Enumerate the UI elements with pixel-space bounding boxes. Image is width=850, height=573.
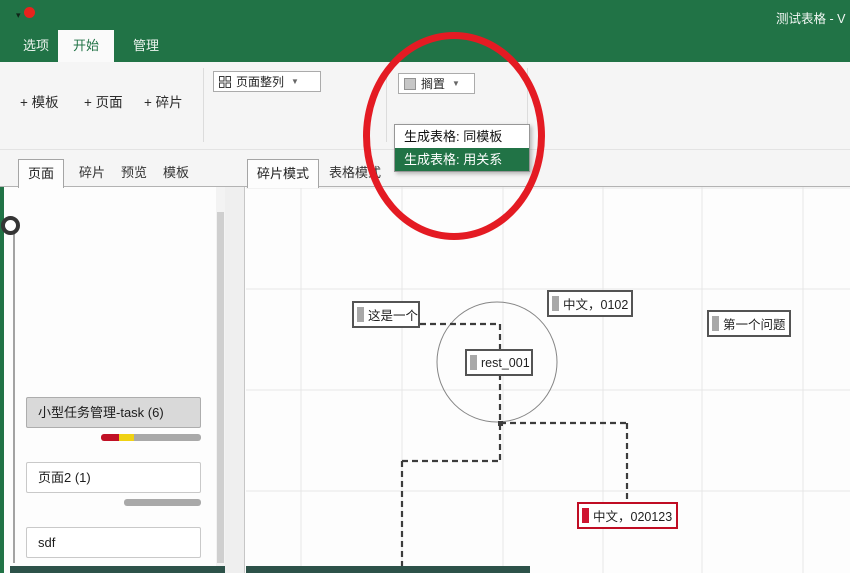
shelve-icon [404, 78, 416, 90]
menu-item-by-relation[interactable]: 生成表格: 用关系 [395, 148, 529, 171]
app-window: ▾ 测试表格 - V 选项 开始 管理 + 模板 + 页面 + 碎片 页面整列 … [0, 0, 850, 573]
generate-table-dropdown-menu: 生成表格: 同模板 生成表格: 用关系 [394, 124, 530, 172]
node-handle-icon [357, 307, 364, 322]
page-list-item[interactable]: 小型任务管理-task (6) [26, 397, 201, 428]
node-handle-icon [582, 508, 589, 523]
panel-tab-pages[interactable]: 页面 [18, 159, 64, 188]
panel-splitter[interactable] [225, 187, 245, 573]
add-page-button[interactable]: + 页面 [80, 88, 127, 118]
add-fragment-button[interactable]: + 碎片 [140, 88, 187, 118]
panel-tab-templates[interactable]: 模板 [154, 159, 198, 186]
progress-bar [101, 434, 201, 441]
panel-tab-fragments[interactable]: 碎片 [70, 159, 114, 186]
node-handle-icon [470, 355, 477, 370]
shelve-label: 搁置 [421, 75, 445, 92]
title-bar: ▾ 测试表格 - V [0, 0, 850, 30]
node-handle-icon [712, 316, 719, 331]
page-list-item[interactable]: 页面2 (1) [26, 462, 201, 493]
page-arrange-label: 页面整列 [236, 73, 284, 90]
canvas-tab-table-mode[interactable]: 表格模式 [320, 159, 390, 186]
page-list: 小型任务管理-task (6)页面2 (1)sdfeeeee (3)sdf (1… [4, 187, 216, 573]
app-logo-icon [24, 7, 35, 18]
node-handle-icon [552, 296, 559, 311]
menu-item-same-template[interactable]: 生成表格: 同模板 [395, 125, 529, 148]
panel-vertical-scrollbar[interactable] [216, 187, 225, 573]
diagram-node[interactable]: 这是一个 [352, 301, 420, 328]
canvas-tab-fragment-mode[interactable]: 碎片模式 [247, 159, 319, 188]
ribbon-tab-bar: 选项 开始 管理 [0, 30, 850, 62]
page-list-item[interactable]: sdf [26, 527, 201, 558]
window-title: 测试表格 - V [776, 8, 845, 27]
ribbon-tab-manage[interactable]: 管理 [118, 30, 174, 62]
ribbon-tab-home[interactable]: 开始 [58, 30, 114, 62]
diagram-node[interactable]: 中文，0102 [547, 290, 633, 317]
diagram-node[interactable]: rest_001 [465, 349, 533, 376]
shelve-button[interactable]: 搁置 ▼ [398, 73, 475, 94]
ribbon-tab-options[interactable]: 选项 [8, 30, 64, 62]
node-label: 这是一个 [368, 305, 418, 324]
toolbar-divider [203, 68, 204, 142]
panel-horizontal-scrollbar-thumb[interactable] [10, 566, 225, 573]
page-arrange-caret-icon: ▼ [291, 77, 299, 86]
progress-bar [124, 499, 201, 506]
panel-scrollbar-thumb[interactable] [217, 212, 224, 563]
content-area: 小型任务管理-task (6)页面2 (1)sdfeeeee (3)sdf (1… [0, 187, 850, 573]
node-label: 第一个问题 [723, 314, 786, 333]
quick-access-caret-icon[interactable]: ▾ [16, 10, 21, 20]
page-tree-line [13, 233, 15, 563]
node-label: 中文，0102 [563, 294, 628, 313]
canvas-horizontal-scrollbar-thumb[interactable] [246, 566, 530, 573]
diagram-node[interactable]: 第一个问题 [707, 310, 791, 337]
diagram-lines-layer [246, 187, 850, 573]
panel-tab-preview[interactable]: 预览 [112, 159, 156, 186]
node-label: 中文，020123 [593, 506, 672, 525]
current-page-marker[interactable] [1, 216, 20, 235]
add-template-button[interactable]: + 模板 [16, 88, 63, 118]
diagram-node[interactable]: 中文，020123 [577, 502, 678, 529]
toolbar-divider [386, 68, 387, 142]
page-arrange-icon [219, 76, 231, 88]
diagram-canvas[interactable]: 这是一个 中文，0102 第一个问题 rest_001 中文，020123 [246, 187, 850, 573]
shelve-caret-icon: ▼ [452, 79, 460, 88]
node-label: rest_001 [481, 356, 530, 370]
page-arrange-button[interactable]: 页面整列 ▼ [213, 71, 321, 92]
